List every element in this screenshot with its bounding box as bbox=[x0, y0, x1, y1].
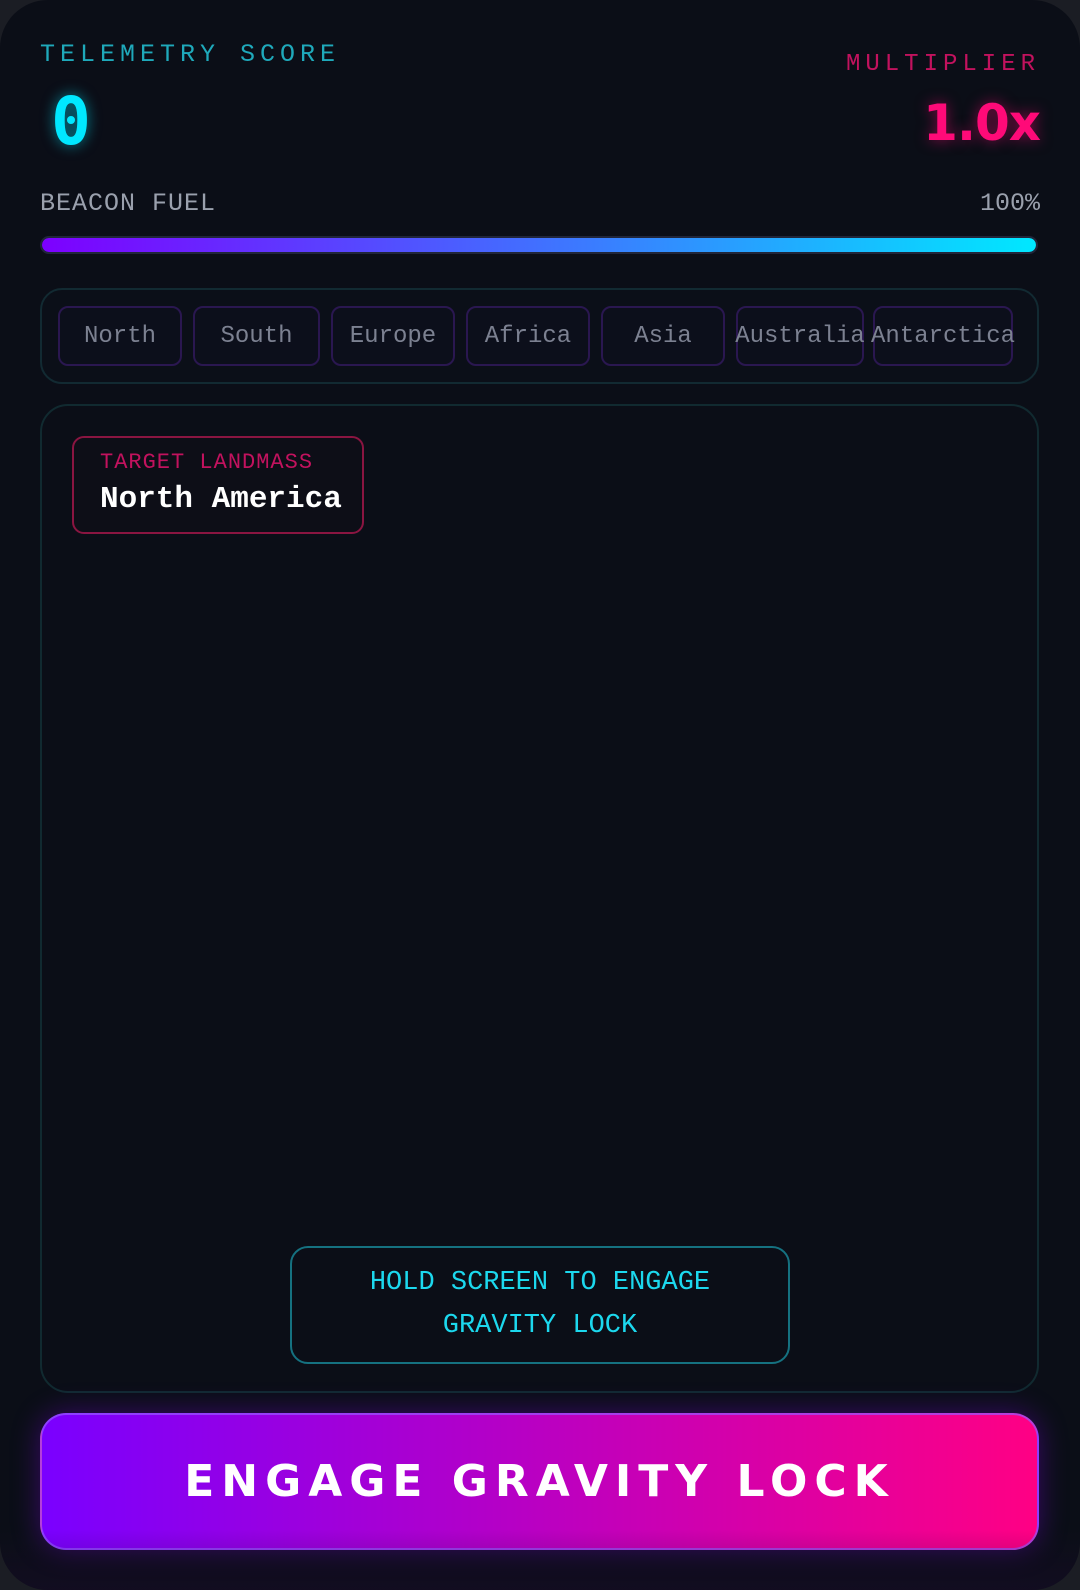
target-landmass-name: North America bbox=[100, 482, 342, 517]
target-landmass-card: TARGET LANDMASS North America bbox=[72, 436, 364, 534]
game-screen: TELEMETRY SCORE 0 MULTIPLIER 1.0x BEACON… bbox=[0, 0, 1080, 1590]
continent-chip-asia[interactable]: Asia bbox=[601, 306, 725, 366]
continent-chip-north[interactable]: North bbox=[58, 306, 182, 366]
map-play-area[interactable]: TARGET LANDMASS North America HOLD SCREE… bbox=[40, 404, 1039, 1393]
target-landmass-label: TARGET LANDMASS bbox=[100, 450, 314, 475]
score-value: 0 bbox=[51, 83, 91, 160]
beacon-fuel-label: BEACON FUEL bbox=[40, 189, 217, 218]
engage-gravity-lock-button[interactable]: ENGAGE GRAVITY LOCK bbox=[40, 1413, 1039, 1550]
multiplier-value: 1.0x bbox=[923, 94, 1041, 152]
continent-chip-africa[interactable]: Africa bbox=[466, 306, 590, 366]
continent-chip-south[interactable]: South bbox=[193, 306, 320, 366]
hold-screen-hint: HOLD SCREEN TO ENGAGE GRAVITY LOCK bbox=[290, 1246, 790, 1364]
multiplier-label: MULTIPLIER bbox=[845, 51, 1040, 78]
beacon-fuel-fill bbox=[42, 238, 1036, 252]
continent-chip-antarctica[interactable]: Antarctica bbox=[871, 306, 1015, 366]
continent-chip-australia[interactable]: Australia bbox=[735, 306, 865, 366]
continent-chip-europe[interactable]: Europe bbox=[331, 306, 455, 366]
beacon-fuel-bar bbox=[40, 236, 1038, 254]
score-label: TELEMETRY SCORE bbox=[40, 40, 341, 69]
continent-selector: North South Europe Africa Asia Australia… bbox=[40, 288, 1039, 384]
beacon-fuel-percent: 100% bbox=[979, 189, 1040, 218]
